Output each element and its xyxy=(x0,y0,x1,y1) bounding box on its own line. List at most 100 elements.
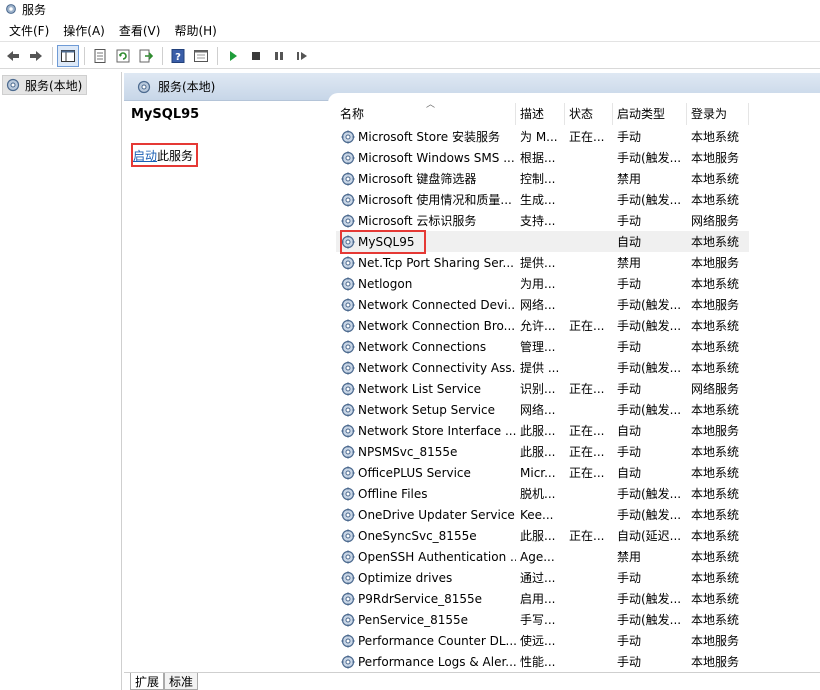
start-service-button[interactable] xyxy=(222,45,244,67)
show-console-tree-button[interactable] xyxy=(57,44,79,67)
service-gear-icon xyxy=(341,172,355,185)
selected-service-name: MySQL95 xyxy=(131,107,200,122)
menu-view[interactable]: 查看(V) xyxy=(112,20,168,41)
service-row[interactable]: OpenSSH Authentication ... Age... 禁用 本地系统 xyxy=(336,546,749,567)
service-row[interactable]: Network Connections 管理... 手动 本地系统 xyxy=(336,336,749,357)
service-description: 性能... xyxy=(520,655,556,669)
service-startup-type: 手动(触发... xyxy=(617,613,682,627)
service-logon-as: 本地系统 xyxy=(691,193,740,207)
service-row[interactable]: Network Connected Devi... 网络... 手动(触发... 本地… xyxy=(336,294,749,315)
column-header-description[interactable]: 描述 xyxy=(516,103,565,125)
column-header-startup-type[interactable]: 启动类型 xyxy=(613,103,687,125)
column-header-name[interactable]: 名称 xyxy=(336,103,516,125)
service-description: 脱机... xyxy=(520,487,556,501)
service-row[interactable]: MySQL95 自动 本地系统 xyxy=(336,231,749,252)
restart-service-button[interactable] xyxy=(291,45,313,67)
service-row[interactable]: PenService_8155e 手写... 手动(触发... 本地系统 xyxy=(336,609,749,630)
service-description: 识别... xyxy=(520,382,556,396)
service-logon-as: 本地系统 xyxy=(691,361,740,375)
service-status: 正在... xyxy=(569,382,605,396)
service-name: Network Connections xyxy=(358,339,487,354)
toolbar-separator xyxy=(84,46,85,65)
service-logon-as: 网络服务 xyxy=(691,214,740,228)
service-row[interactable]: OfficePLUS Service Micr... 正在... 自动 本地系统 xyxy=(336,462,749,483)
service-logon-as: 本地系统 xyxy=(691,487,740,501)
menu-bar: 文件(F) 操作(A) 查看(V) 帮助(H) xyxy=(0,20,820,42)
service-row[interactable]: Performance Logs & Aler... 性能... 手动 本地服务 xyxy=(336,651,749,671)
service-description: 通过... xyxy=(520,571,556,585)
menu-action[interactable]: 操作(A) xyxy=(56,20,112,41)
menu-file[interactable]: 文件(F) xyxy=(2,20,56,41)
service-startup-type: 手动 xyxy=(617,655,642,669)
service-startup-type: 手动(触发... xyxy=(617,508,682,522)
start-service-suffix: 此服务 xyxy=(157,148,194,163)
service-row[interactable]: Microsoft Windows SMS ... 根据... 手动(触发... 本地… xyxy=(336,147,749,168)
export-list-button[interactable] xyxy=(135,45,157,67)
view-button[interactable] xyxy=(190,45,212,67)
service-row[interactable]: Microsoft 使用情况和质量... 生成... 手动(触发... 本地系统 xyxy=(336,189,749,210)
service-startup-type: 手动(触发... xyxy=(617,193,682,207)
column-header-status[interactable]: 状态 xyxy=(565,103,613,125)
forward-button[interactable] xyxy=(25,45,47,67)
service-gear-icon xyxy=(341,634,355,647)
service-name: Microsoft 键盘筛选器 xyxy=(358,172,477,186)
tab-standard[interactable]: 标准 xyxy=(164,673,199,690)
services-gear-icon xyxy=(137,80,151,93)
service-row[interactable]: Microsoft Store 安装服务 为 M... 正在... 手动 本地系统 xyxy=(336,126,749,147)
column-header-logon-as[interactable]: 登录为 xyxy=(687,103,749,125)
service-name-cell: Network Connections xyxy=(336,339,516,355)
service-logon-as: 本地系统 xyxy=(691,130,740,144)
service-row[interactable]: P9RdrService_8155e 启用... 手动(触发... 本地系统 xyxy=(336,588,749,609)
service-row[interactable]: Offline Files 脱机... 手动(触发... 本地系统 xyxy=(336,483,749,504)
service-description: 网络... xyxy=(520,298,556,312)
service-row[interactable]: Optimize drives 通过... 手动 本地系统 xyxy=(336,567,749,588)
service-startup-type: 手动 xyxy=(617,277,642,291)
service-name: Performance Counter DL... xyxy=(358,633,516,648)
service-row[interactable]: Netlogon 为用... 手动 本地系统 xyxy=(336,273,749,294)
service-startup-type: 手动 xyxy=(617,634,642,648)
service-row[interactable]: OneSyncSvc_8155e 此服... 正在... 自动(延迟... 本地系统 xyxy=(336,525,749,546)
service-row[interactable]: Net.Tcp Port Sharing Ser... 提供... 禁用 本地服务 xyxy=(336,252,749,273)
service-startup-type: 手动(触发... xyxy=(617,298,682,312)
service-startup-type: 手动 xyxy=(617,571,642,585)
service-name-cell: P9RdrService_8155e xyxy=(336,591,516,607)
service-gear-icon xyxy=(341,445,355,458)
service-logon-as: 本地系统 xyxy=(691,340,740,354)
pause-service-button[interactable] xyxy=(268,45,290,67)
service-name-cell: Network Store Interface ... xyxy=(336,423,516,439)
toolbar: ? xyxy=(0,43,820,69)
menu-help[interactable]: 帮助(H) xyxy=(167,20,223,41)
help-button[interactable]: ? xyxy=(167,45,189,67)
service-name-cell: Microsoft 键盘筛选器 xyxy=(336,170,516,187)
toolbar-separator xyxy=(52,46,53,65)
service-row[interactable]: NPSMSvc_8155e 此服... 正在... 手动 本地系统 xyxy=(336,441,749,462)
properties-button[interactable] xyxy=(89,45,111,67)
start-service-action: 启动 此服务 xyxy=(131,143,199,167)
service-row[interactable]: Network Connection Bro... 允许... 正在... 手动(触发… xyxy=(336,315,749,336)
view-icon xyxy=(194,49,208,62)
service-description: 提供... xyxy=(520,256,556,270)
tree-node-services-local[interactable]: 服务(本地) xyxy=(2,75,88,95)
service-row[interactable]: OneDrive Updater Service Kee... 手动(触发... 本地… xyxy=(336,504,749,525)
refresh-button[interactable] xyxy=(112,45,134,67)
service-row[interactable]: Performance Counter DL... 使远... 手动 本地服务 xyxy=(336,630,749,651)
service-gear-icon xyxy=(341,361,355,374)
service-rows: Microsoft Store 安装服务为 M... 正在... 手动 本地系统 Mic… xyxy=(336,126,749,671)
service-row[interactable]: Network Setup Service 网络... 手动(触发... 本地系统 xyxy=(336,399,749,420)
service-name: Microsoft Windows SMS ... xyxy=(358,150,515,165)
start-service-link[interactable]: 启动 xyxy=(133,147,157,164)
tab-extended[interactable]: 扩展 xyxy=(130,673,165,690)
service-logon-as: 本地服务 xyxy=(691,298,740,312)
service-gear-icon xyxy=(341,550,355,563)
service-row[interactable]: Network Store Interface ... 此服... 正在... 自动 本… xyxy=(336,420,749,441)
service-name: Network Setup Service xyxy=(358,402,496,417)
stop-service-button[interactable] xyxy=(245,45,267,67)
service-name-cell: OneSyncSvc_8155e xyxy=(336,528,516,544)
service-description: 为用... xyxy=(520,277,556,291)
service-row[interactable]: Microsoft 云标识服务 支持... 手动 网络服务 xyxy=(336,210,749,231)
service-row[interactable]: Network List Service 识别... 正在... 手动 网络服务 xyxy=(336,378,749,399)
service-row[interactable]: Network Connectivity Ass... 提供 ... 手动(触发..… xyxy=(336,357,749,378)
service-description: 提供 ... xyxy=(520,361,560,375)
back-button[interactable] xyxy=(2,45,24,67)
service-row[interactable]: Microsoft 键盘筛选器 控制... 禁用 本地系统 xyxy=(336,168,749,189)
